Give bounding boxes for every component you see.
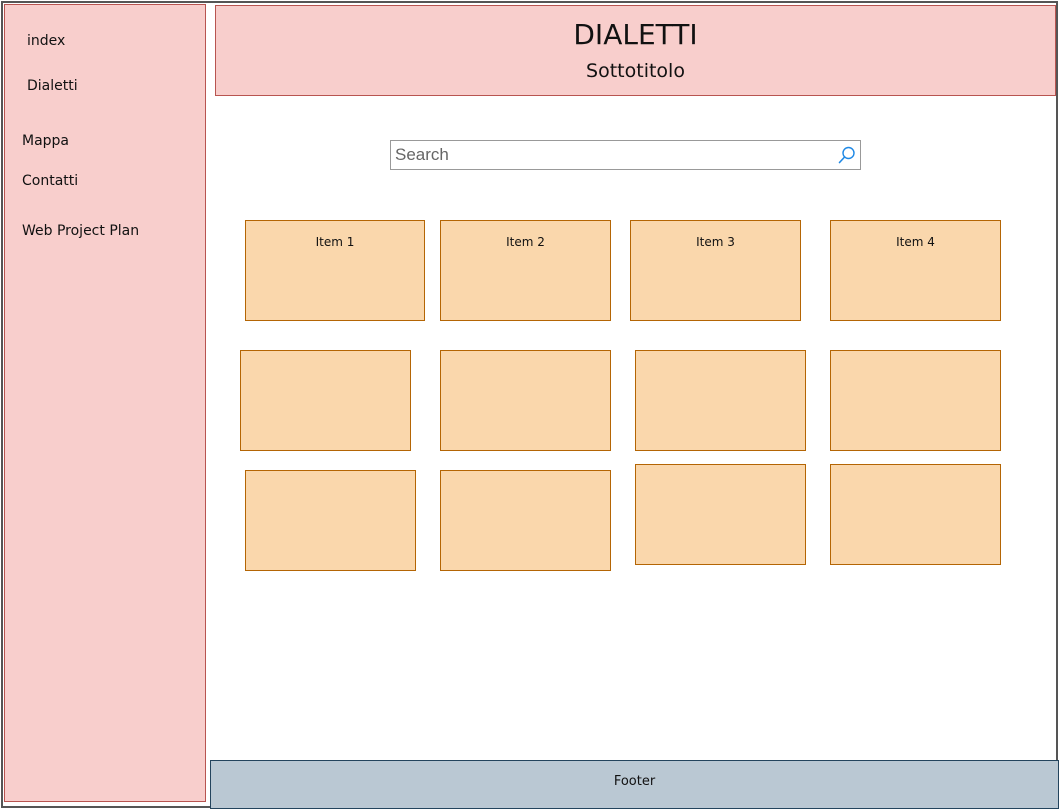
page-title: DIALETTI — [573, 18, 698, 51]
grid-item-8[interactable] — [830, 350, 1001, 451]
search-box — [390, 140, 861, 170]
grid-item-label: Item 3 — [696, 235, 735, 249]
sidebar-item-contatti[interactable]: Contatti — [22, 173, 78, 189]
sidebar: index Dialetti Mappa Contatti Web Projec… — [4, 4, 206, 802]
grid-item-3[interactable]: Item 3 — [630, 220, 801, 321]
grid-item-10[interactable] — [440, 470, 611, 571]
grid-item-label: Item 2 — [506, 235, 545, 249]
grid-item-5[interactable] — [240, 350, 411, 451]
search-icon[interactable] — [837, 145, 857, 165]
search-input[interactable] — [395, 144, 825, 166]
sidebar-item-web-project-plan[interactable]: Web Project Plan — [22, 223, 139, 239]
grid-item-7[interactable] — [635, 350, 806, 451]
grid-item-9[interactable] — [245, 470, 416, 571]
sidebar-item-index[interactable]: index — [27, 33, 65, 49]
grid-item-4[interactable]: Item 4 — [830, 220, 1001, 321]
footer-label: Footer — [613, 774, 656, 789]
grid-item-6[interactable] — [440, 350, 611, 451]
page-subtitle: Sottotitolo — [586, 60, 685, 82]
grid-item-label: Item 1 — [315, 235, 355, 249]
grid-item-1[interactable]: Item 1 — [245, 220, 425, 321]
grid-item-11[interactable] — [635, 464, 806, 565]
sidebar-item-mappa[interactable]: Mappa — [22, 133, 69, 149]
page-header: DIALETTI Sottotitolo — [215, 5, 1056, 96]
grid-item-12[interactable] — [830, 464, 1001, 565]
grid-item-2[interactable]: Item 2 — [440, 220, 611, 321]
page-footer: Footer — [210, 760, 1059, 809]
sidebar-item-dialetti[interactable]: Dialetti — [27, 78, 78, 94]
grid-item-label: Item 4 — [896, 235, 935, 249]
